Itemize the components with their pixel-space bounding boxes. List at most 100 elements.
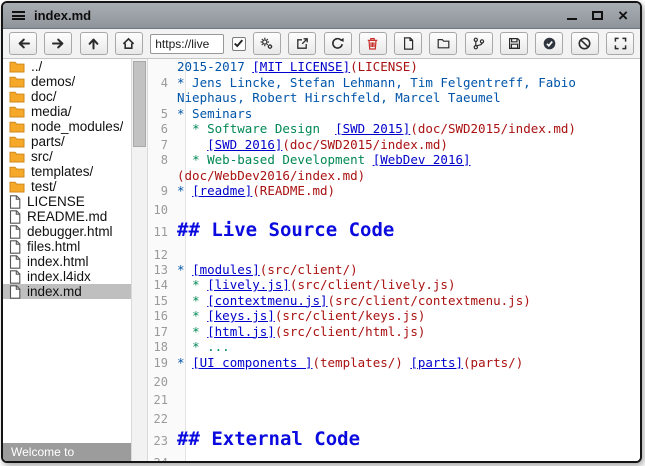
sidebar-item-label: index.html	[27, 254, 89, 269]
folder-icon	[9, 60, 25, 73]
up-arrow-icon	[87, 37, 100, 50]
sidebar-file-item[interactable]: index.html	[3, 254, 131, 269]
sidebar-folder-item[interactable]: demos/	[3, 74, 131, 89]
new-file-button[interactable]	[394, 32, 422, 55]
file-preview-tooltip: Welcome to	[3, 443, 131, 461]
new-folder-button[interactable]	[429, 32, 457, 55]
sidebar-scrollbar[interactable]	[131, 59, 148, 461]
sidebar-file-item[interactable]: files.html	[3, 239, 131, 254]
file-icon	[9, 195, 21, 209]
folder-icon	[9, 120, 25, 133]
main-area: ../demos/doc/media/node_modules/parts/sr…	[3, 59, 640, 461]
close-icon[interactable]: ×	[618, 10, 628, 21]
home-icon	[122, 37, 135, 50]
editor-line[interactable]: 12	[148, 243, 640, 262]
sidebar-file-item[interactable]: README.md	[3, 209, 131, 224]
folder-outline-icon	[437, 37, 450, 50]
editor-line[interactable]: 4* Jens Lincke, Stefan Lehmann, Tim Felg…	[148, 75, 640, 106]
external-link-icon	[296, 37, 309, 50]
reload-button[interactable]	[324, 32, 352, 55]
delete-button[interactable]	[359, 32, 387, 55]
file-icon	[9, 240, 21, 254]
url-checkbox[interactable]	[232, 37, 246, 51]
sidebar-item-label: media/	[31, 104, 72, 119]
sidebar-folder-item[interactable]: test/	[3, 179, 131, 194]
folder-icon	[9, 75, 25, 88]
editor-line[interactable]: 22	[148, 407, 640, 426]
sidebar-folder-item[interactable]: node_modules/	[3, 119, 131, 134]
hamburger-menu-icon[interactable]	[12, 11, 25, 20]
editor-line[interactable]: 18 * ...	[148, 339, 640, 355]
sidebar-item-label: LICENSE	[27, 194, 85, 209]
editor-line[interactable]: 11## Live Source Code	[148, 217, 640, 243]
check-icon	[233, 38, 244, 49]
git-branch-button[interactable]	[465, 32, 493, 55]
fullscreen-button[interactable]	[606, 32, 634, 55]
line-content	[177, 407, 640, 423]
editor-line[interactable]: 10	[148, 199, 640, 218]
line-number: 6	[148, 122, 177, 136]
editor-line[interactable]: 14 * [lively.js](src/client/lively.js)	[148, 277, 640, 293]
editor-line[interactable]: 20	[148, 370, 640, 389]
line-number: 20	[148, 375, 177, 389]
markdown-editor[interactable]: 2015-2017 [MIT LICENSE](LICENSE)4* Jens …	[148, 59, 640, 461]
sidebar-folder-item[interactable]: parts/	[3, 134, 131, 149]
up-button[interactable]	[80, 32, 108, 55]
cancel-button[interactable]	[571, 32, 599, 55]
line-content: * Web-based Development [WebDev 2016](do…	[177, 152, 640, 183]
line-content: * ...	[177, 339, 640, 355]
sidebar-folder-item[interactable]: templates/	[3, 164, 131, 179]
editor-line[interactable]: 5* Seminars	[148, 106, 640, 122]
file-icon	[9, 270, 21, 284]
editor-line[interactable]: 6 * Software Design [SWD 2015](doc/SWD20…	[148, 121, 640, 137]
editor-line[interactable]: 15 * [contextmenu.js](src/client/context…	[148, 293, 640, 309]
sidebar-folder-item[interactable]: ../	[3, 59, 131, 74]
line-content: * [modules](src/client/)	[177, 262, 640, 278]
sidebar-file-item[interactable]: index.l4idx	[3, 269, 131, 284]
editor-line[interactable]: 17 * [html.js](src/client/html.js)	[148, 324, 640, 340]
editor-line[interactable]: 7 [SWD 2016](doc/SWD2015/index.md)	[148, 137, 640, 153]
sidebar-file-list: ../demos/doc/media/node_modules/parts/sr…	[3, 59, 131, 299]
sidebar-file-item[interactable]: index.md	[3, 284, 131, 299]
line-content: * Jens Lincke, Stefan Lehmann, Tim Felge…	[177, 75, 640, 106]
accept-button[interactable]	[535, 32, 563, 55]
trash-icon	[366, 37, 379, 50]
back-button[interactable]	[9, 32, 37, 55]
sidebar-item-label: doc/	[31, 89, 57, 104]
sidebar-item-label: files.html	[27, 239, 80, 254]
sidebar-folder-item[interactable]: media/	[3, 104, 131, 119]
home-button[interactable]	[115, 32, 143, 55]
editor-line[interactable]: 8 * Web-based Development [WebDev 2016](…	[148, 152, 640, 183]
line-content: * Seminars	[177, 106, 640, 122]
editor-line[interactable]: 23## External Code	[148, 426, 640, 452]
sidebar-folder-item[interactable]: src/	[3, 149, 131, 164]
maximize-icon[interactable]	[592, 11, 603, 20]
toolbar	[3, 29, 640, 59]
sidebar-file-item[interactable]: debugger.html	[3, 224, 131, 239]
scrollbar-thumb[interactable]	[133, 61, 146, 147]
sidebar-item-label: node_modules/	[31, 119, 123, 134]
editor-line[interactable]: 21	[148, 389, 640, 408]
editor-line[interactable]: 9* [readme](README.md)	[148, 183, 640, 199]
refresh-icon	[331, 37, 344, 50]
editor-line[interactable]: 16 * [keys.js](src/client/keys.js)	[148, 308, 640, 324]
editor-line[interactable]: 2015-2017 [MIT LICENSE](LICENSE)	[148, 59, 640, 75]
line-number: 8	[148, 153, 177, 167]
sidebar-item-label: parts/	[31, 134, 65, 149]
file-browser-sidebar: ../demos/doc/media/node_modules/parts/sr…	[3, 59, 131, 461]
forward-button[interactable]	[44, 32, 72, 55]
open-external-button[interactable]	[288, 32, 316, 55]
editor-line[interactable]: 13* [modules](src/client/)	[148, 262, 640, 278]
save-button[interactable]	[500, 32, 528, 55]
line-content: ## Live Source Code	[177, 217, 640, 243]
line-number: 11	[148, 225, 177, 239]
minimize-icon[interactable]	[567, 18, 577, 20]
expand-icon	[614, 37, 627, 50]
settings-button[interactable]	[253, 32, 281, 55]
editor-line[interactable]: 24	[148, 452, 640, 462]
sidebar-folder-item[interactable]: doc/	[3, 89, 131, 104]
url-input[interactable]	[150, 34, 224, 54]
sidebar-file-item[interactable]: LICENSE	[3, 194, 131, 209]
folder-icon	[9, 90, 25, 103]
editor-line[interactable]: 19* [UI components ](templates/) [parts]…	[148, 355, 640, 371]
